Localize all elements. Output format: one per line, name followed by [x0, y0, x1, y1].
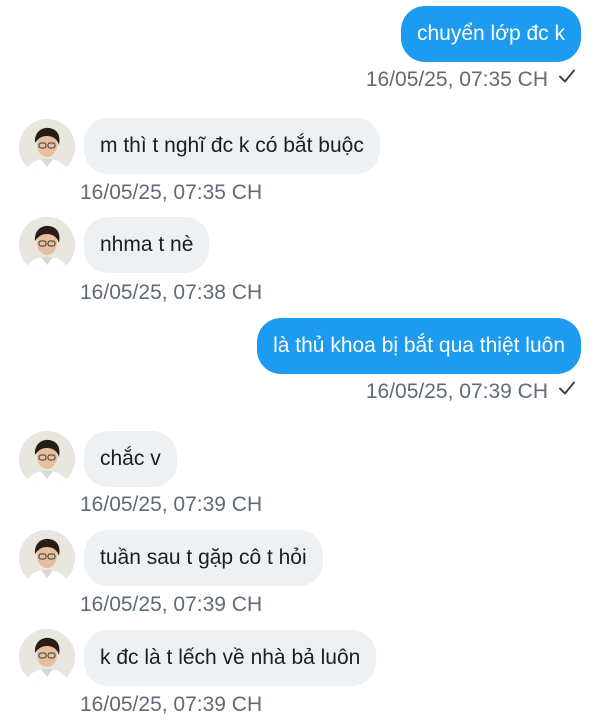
incoming-message-bubble[interactable]: m thì t nghĩ đc k có bắt buộc [84, 118, 380, 174]
message-timestamp: 16/05/25, 07:39 CH [366, 379, 576, 405]
incoming-message-bubble[interactable]: tuần sau t gặp cô t hỏi [84, 530, 323, 586]
checkmark-icon [558, 377, 576, 403]
chat-thread: chuyển lớp đc k 16/05/25, 07:35 CH m thì… [0, 0, 600, 725]
contact-avatar[interactable] [19, 217, 75, 273]
outgoing-message-bubble[interactable]: là thủ khoa bị bắt qua thiệt luôn [257, 318, 581, 374]
message-timestamp: 16/05/25, 07:39 CH [80, 493, 263, 516]
timestamp-text: 16/05/25, 07:35 CH [365, 68, 548, 91]
contact-avatar[interactable] [19, 119, 75, 175]
incoming-message-bubble[interactable]: chắc v [84, 431, 177, 487]
incoming-message-bubble[interactable]: nhma t nè [84, 217, 210, 273]
message-timestamp: 16/05/25, 07:39 CH [80, 593, 263, 616]
outgoing-message-bubble[interactable]: chuyển lớp đc k [400, 6, 581, 62]
message-timestamp: 16/05/25, 07:39 CH [80, 693, 263, 716]
contact-avatar[interactable] [19, 431, 75, 487]
contact-avatar[interactable] [19, 629, 75, 685]
timestamp-text: 16/05/25, 07:39 CH [365, 380, 548, 403]
message-timestamp: 16/05/25, 07:35 CH [366, 67, 576, 93]
contact-avatar[interactable] [19, 530, 75, 586]
incoming-message-bubble[interactable]: k đc là t lếch về nhà bả luôn [84, 630, 377, 686]
checkmark-icon [558, 65, 576, 91]
message-timestamp: 16/05/25, 07:38 CH [80, 281, 263, 304]
message-timestamp: 16/05/25, 07:35 CH [80, 181, 263, 204]
